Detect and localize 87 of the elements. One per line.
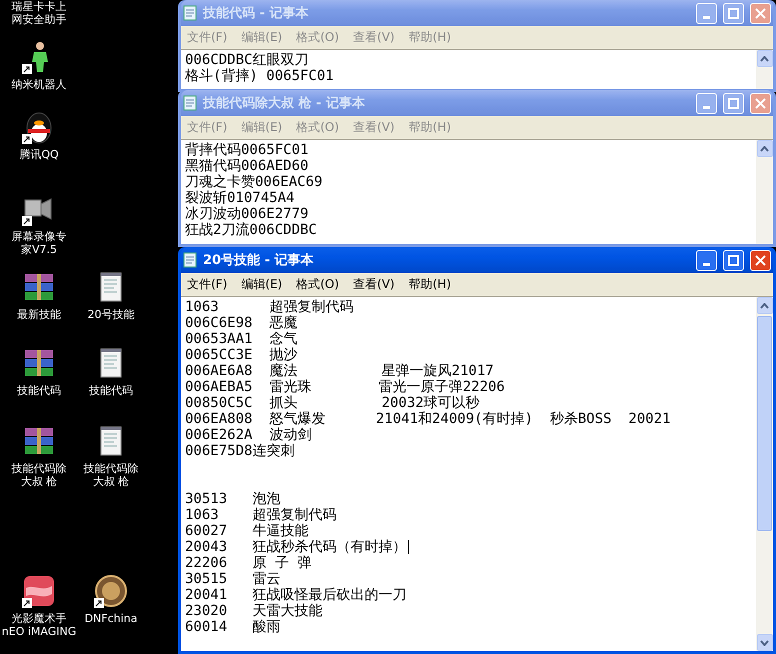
chevron-up-icon (760, 146, 769, 152)
text-line: 006CDDBC红眼双刀 (185, 52, 308, 68)
text-cursor (408, 540, 410, 554)
notepad-icon (183, 5, 197, 21)
photo-app-icon (22, 574, 56, 608)
scroll-down-button[interactable] (756, 634, 772, 651)
desktop-icon-label[interactable]: 技能代码除 (84, 462, 138, 475)
shortcut-arrow-icon (22, 64, 32, 74)
window-title: 20号技能 - 记事本 (203, 252, 315, 269)
shortcut-arrow-icon (22, 598, 32, 608)
text-line: 背摔代码0065FC01 (185, 142, 308, 158)
game-logo-icon (94, 574, 128, 608)
minimize-button[interactable] (696, 250, 717, 270)
close-icon (755, 8, 766, 18)
scroll-up-button[interactable] (756, 297, 772, 314)
text-line: 狂战2刀流006CDDBC (185, 222, 317, 238)
desktop-icon-label[interactable]: 技能代码 (17, 384, 61, 397)
text-line: 格斗(背摔) 0065FC01 (185, 68, 334, 84)
menu-item[interactable]: 文件(F) (187, 276, 228, 293)
chevron-up-icon (760, 56, 769, 62)
minimize-icon (703, 262, 710, 266)
text-line: 30513 泡泡 (185, 491, 280, 507)
scrollbar[interactable] (756, 140, 773, 244)
menu-item[interactable]: 格式(O) (296, 276, 340, 293)
desktop-icon-label[interactable]: 最新技能 (17, 308, 61, 321)
minimize-icon (703, 16, 710, 18)
scrollbar[interactable] (756, 297, 773, 651)
text-line: 006C6E98 恶魔 (185, 315, 298, 331)
desktop-icon-label[interactable]: 瑞星卡卡上 (12, 0, 66, 13)
scroll-up-button[interactable] (756, 140, 772, 157)
text-line: 30515 雷云 (185, 571, 280, 587)
minimize-icon (703, 106, 710, 108)
desktop-icon-label[interactable]: 屏幕录像专 (12, 230, 66, 243)
text-line: 0065CC3E 抛沙 (185, 347, 298, 363)
text-line: 20043 狂战秒杀代码（有时掉） (185, 539, 406, 555)
desktop-icon-label[interactable]: 技能代码除 (12, 462, 66, 475)
desktop-icon-label[interactable]: 20号技能 (88, 308, 134, 321)
text-line: 20041 狂战吸怪最后砍出的一刀 (185, 587, 406, 603)
text-line: 裂波斩010745A4 (185, 190, 294, 206)
scrollbar[interactable] (756, 50, 773, 89)
scroll-up-button[interactable] (756, 50, 772, 67)
menu-item[interactable]: 编辑(E) (241, 276, 282, 293)
desktop-icon-label[interactable]: nEO iMAGING (2, 625, 76, 638)
text-line: 006AEBA5 雷光珠 雷光一原子弹22206 (185, 379, 505, 395)
desktop-icon-label[interactable]: 大叔 枪 (92, 475, 130, 488)
text-line: 60027 牛逼技能 (185, 523, 308, 539)
window-title: 技能代码除大叔 枪 - 记事本 (203, 95, 366, 112)
shortcut-arrow-icon (22, 134, 32, 144)
desktop-icon-label[interactable]: 网安全助手 (12, 13, 66, 26)
maximize-icon (728, 98, 739, 108)
maximize-icon (728, 8, 739, 18)
desktop-icon-label[interactable]: 腾讯QQ (19, 148, 59, 161)
text-line: 23020 天雷大技能 (185, 603, 322, 619)
maximize-icon (728, 254, 739, 266)
desktop-icon-label[interactable]: 大叔 枪 (20, 475, 58, 488)
desktop-icon-label[interactable]: 光影魔术手 (12, 612, 66, 625)
text-line: 60014 酸雨 (185, 619, 280, 635)
close-icon (755, 98, 766, 108)
menu-item[interactable]: 查看(V) (353, 276, 395, 293)
text-line: 00850C5C 抓头 20032球可以秒 (185, 395, 480, 411)
scrollbar-thumb[interactable] (757, 316, 772, 531)
desktop-icon-label[interactable]: 技能代码 (89, 384, 133, 397)
maximize-button[interactable] (723, 250, 744, 270)
desktop-icon-label[interactable]: 家V7.5 (20, 243, 58, 256)
desktop-icon-label[interactable]: DNFchina (84, 612, 138, 625)
close-button[interactable] (750, 250, 771, 270)
text-line: 1063 超强复制代码 (185, 507, 336, 523)
text-line: 006E262A 波动剑 (185, 427, 312, 443)
notepad-icon (183, 252, 197, 268)
chevron-down-icon (760, 640, 769, 646)
chevron-up-icon (760, 302, 769, 308)
shortcut-arrow-icon (22, 216, 32, 226)
text-line: 冰刃波动006E2779 (185, 206, 308, 222)
desktop-icon-label[interactable]: 纳米机器人 (12, 78, 66, 91)
menu-item[interactable]: 帮助(H) (408, 276, 451, 293)
text-line: 00653AA1 念气 (185, 331, 298, 347)
notepad-icon (183, 95, 197, 111)
text-line: 006EA808 怒气爆发 21041和24009(有时掉) 秒杀BOSS 20021 (185, 411, 671, 427)
text-line: 刀魂之卡赞006EAC69 (185, 174, 322, 190)
text-line: 006E75D8连突刺 (185, 443, 294, 459)
close-icon (755, 254, 766, 266)
window-title: 技能代码 - 记事本 (203, 5, 310, 22)
text-line: 22206 原 子 弹 (185, 555, 312, 571)
text-line: 1063 超强复制代码 (185, 299, 354, 315)
text-line: 黑猫代码006AED60 (185, 158, 308, 174)
text-line: 006AE6A8 魔法 星弹一旋风21017 (185, 363, 494, 379)
shortcut-arrow-icon (94, 598, 104, 608)
